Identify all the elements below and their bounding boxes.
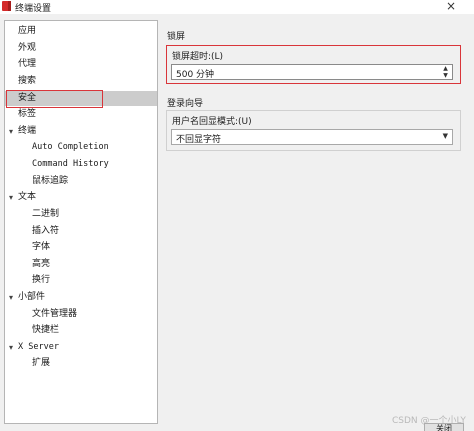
sidebar-item-highlight[interactable]: 高亮 bbox=[5, 257, 157, 272]
sidebar-item-text[interactable]: ▾ 文本 bbox=[5, 190, 157, 205]
close-button[interactable]: × bbox=[446, 0, 456, 13]
settings-sidebar: 应用 外观 代理 搜索 安全 标签 ▾ 终端 Auto Completion C… bbox=[4, 20, 158, 424]
sidebar-item-command-history[interactable]: Command History bbox=[5, 157, 157, 172]
title-bar: 终端设置 × bbox=[0, 0, 474, 14]
sidebar-item-label: 终端 bbox=[18, 126, 37, 136]
sidebar-item-wrap[interactable]: 换行 bbox=[5, 273, 157, 288]
expand-arrow-icon[interactable]: ▾ bbox=[6, 340, 16, 355]
sidebar-item-label: Auto Completion bbox=[32, 142, 109, 152]
sidebar-item-label: 应用 bbox=[18, 26, 37, 36]
app-icon bbox=[2, 1, 11, 11]
sidebar-item-search[interactable]: 搜索 bbox=[5, 74, 157, 89]
echo-mode-select[interactable]: 不回显字符 ▼ bbox=[171, 129, 453, 145]
sidebar-item-appearance[interactable]: 外观 bbox=[5, 41, 157, 56]
sidebar-item-caret[interactable]: 插入符 bbox=[5, 224, 157, 239]
window-title: 终端设置 bbox=[15, 4, 52, 14]
sidebar-item-label: 标签 bbox=[18, 109, 37, 119]
sidebar-item-label: 换行 bbox=[32, 275, 51, 285]
spin-down-icon[interactable]: ▼ bbox=[441, 72, 450, 79]
sidebar-item-file-manager[interactable]: 文件管理器 bbox=[5, 307, 157, 322]
expand-arrow-icon[interactable]: ▾ bbox=[6, 290, 16, 305]
login-section-title: 登录向导 bbox=[167, 99, 204, 109]
sidebar-item-label: 文本 bbox=[18, 192, 37, 202]
sidebar-item-label: 鼠标追踪 bbox=[32, 176, 69, 186]
sidebar-item-binary[interactable]: 二进制 bbox=[5, 207, 157, 222]
sidebar-item-font[interactable]: 字体 bbox=[5, 240, 157, 255]
echo-mode-label: 用户名回显模式:(U) bbox=[172, 117, 252, 127]
sidebar-item-security[interactable]: 安全 bbox=[5, 91, 157, 106]
lock-timeout-spinbox[interactable]: 500 分钟 ▲ ▼ bbox=[171, 64, 453, 80]
sidebar-item-label: 插入符 bbox=[32, 226, 60, 236]
sidebar-item-label: 二进制 bbox=[32, 209, 60, 219]
sidebar-item-label: 代理 bbox=[18, 59, 37, 69]
sidebar-item-widgets[interactable]: ▾ 小部件 bbox=[5, 290, 157, 305]
sidebar-item-app[interactable]: 应用 bbox=[5, 24, 157, 39]
sidebar-item-quickbar[interactable]: 快捷栏 bbox=[5, 323, 157, 338]
sidebar-item-proxy[interactable]: 代理 bbox=[5, 57, 157, 72]
sidebar-item-x-server[interactable]: ▾ X Server bbox=[5, 340, 157, 355]
dropdown-arrow-icon: ▼ bbox=[442, 132, 448, 140]
expand-arrow-icon[interactable]: ▾ bbox=[6, 190, 16, 205]
sidebar-item-label: 扩展 bbox=[32, 358, 51, 368]
sidebar-item-terminal[interactable]: ▾ 终端 bbox=[5, 124, 157, 139]
sidebar-item-label: 快捷栏 bbox=[32, 325, 60, 335]
sidebar-item-label: Command History bbox=[32, 159, 109, 169]
sidebar-item-label: 安全 bbox=[18, 93, 37, 103]
spin-up-icon[interactable]: ▲ bbox=[441, 65, 450, 72]
sidebar-item-label: 高亮 bbox=[32, 259, 51, 269]
sidebar-item-mouse-tracking[interactable]: 鼠标追踪 bbox=[5, 174, 157, 189]
lock-timeout-value: 500 分钟 bbox=[176, 70, 215, 80]
lock-timeout-label: 锁屏超时:(L) bbox=[172, 52, 224, 62]
sidebar-item-tabs[interactable]: 标签 bbox=[5, 107, 157, 122]
sidebar-item-label: 小部件 bbox=[18, 292, 46, 302]
sidebar-item-label: 字体 bbox=[32, 242, 51, 252]
sidebar-item-extensions[interactable]: 扩展 bbox=[5, 356, 157, 371]
sidebar-item-auto-completion[interactable]: Auto Completion bbox=[5, 140, 157, 155]
sidebar-item-label: 外观 bbox=[18, 43, 37, 53]
sidebar-item-label: X Server bbox=[18, 342, 59, 352]
lock-section-title: 锁屏 bbox=[167, 32, 186, 42]
sidebar-item-label: 文件管理器 bbox=[32, 309, 78, 319]
echo-mode-value: 不回显字符 bbox=[176, 135, 222, 145]
sidebar-item-label: 搜索 bbox=[18, 76, 37, 86]
expand-arrow-icon[interactable]: ▾ bbox=[6, 124, 16, 139]
spin-buttons[interactable]: ▲ ▼ bbox=[441, 65, 450, 79]
close-dialog-button[interactable]: 关闭 bbox=[424, 423, 464, 431]
